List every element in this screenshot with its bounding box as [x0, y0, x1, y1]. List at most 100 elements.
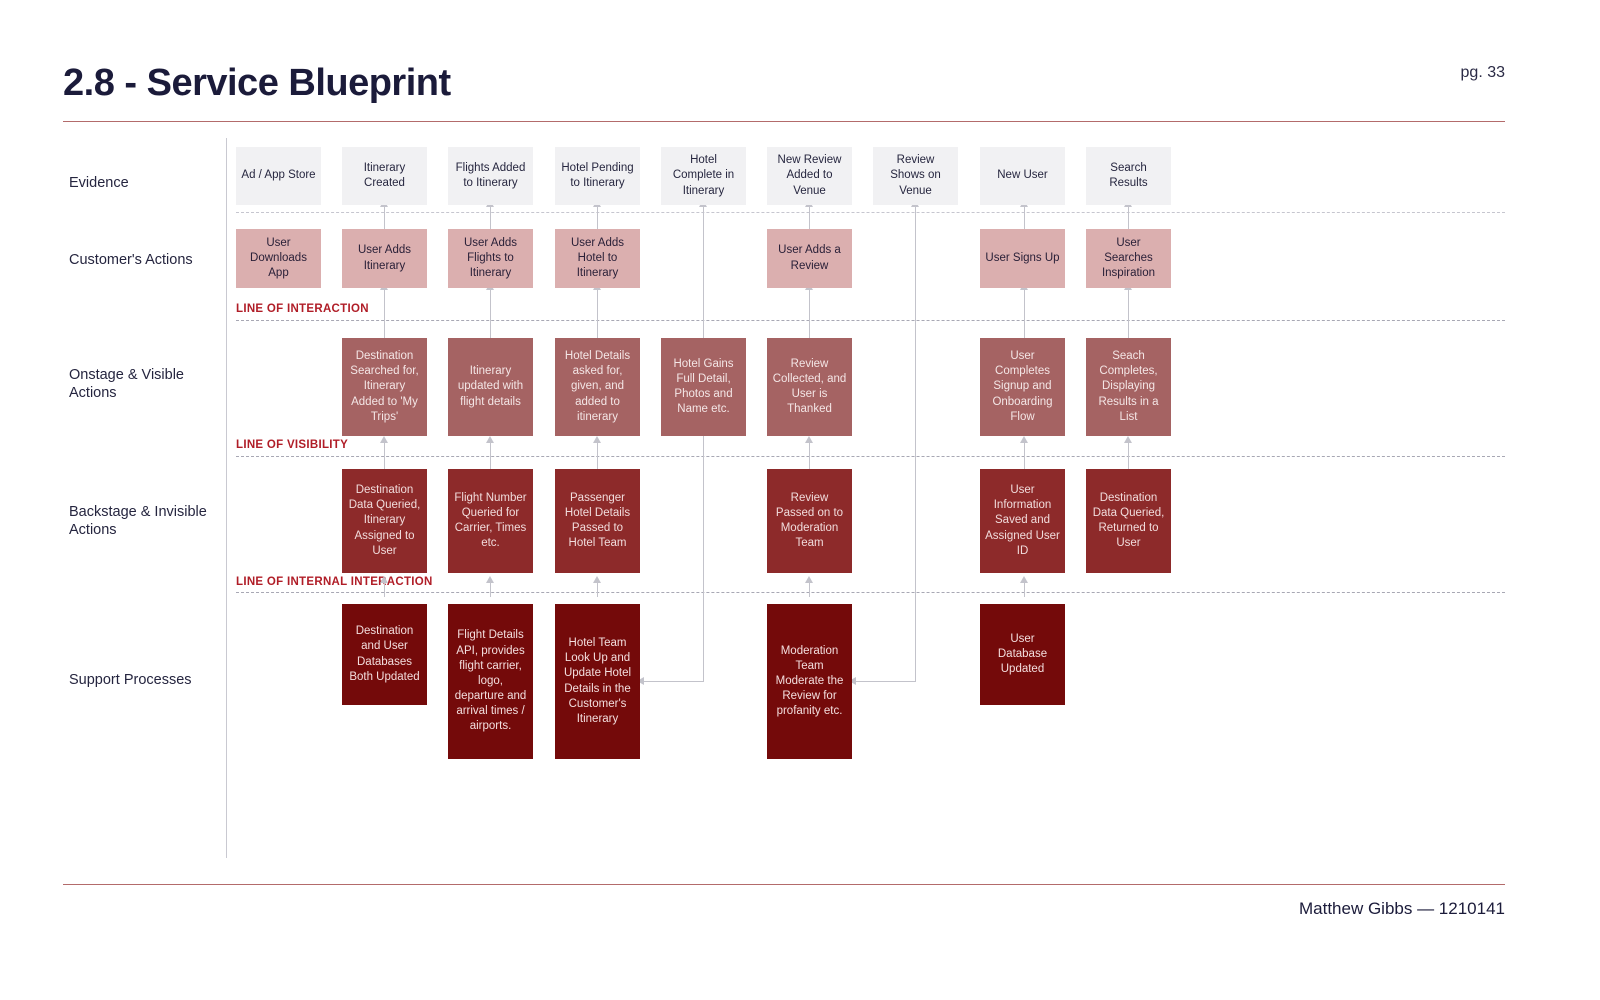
customer-action-box: User Adds Flights to Itinerary: [448, 229, 533, 288]
backstage-action-box: Passenger Hotel Details Passed to Hotel …: [555, 469, 640, 573]
customer-action-box: User Signs Up: [980, 229, 1065, 288]
arrow-col3-support-backstage: [486, 576, 494, 583]
arrow-col4-support-backstage: [593, 576, 601, 583]
evidence-box: Flights Added to Itinerary: [448, 147, 533, 205]
evidence-box: Itinerary Created: [342, 147, 427, 205]
row-label-backstage-actions: Backstage & Invisible Actions: [69, 504, 207, 539]
onstage-action-box: Hotel Gains Full Detail, Photos and Name…: [661, 338, 746, 436]
onstage-action-box: Itinerary updated with flight details: [448, 338, 533, 436]
arrow-col8-backstage-onstage: [1020, 436, 1028, 443]
line-of-visibility-label: LINE OF VISIBILITY: [236, 439, 349, 451]
connector-hotel-team-return-horizontal: [640, 681, 704, 683]
evidence-box-label: Ad / App Store: [241, 169, 316, 182]
row-label-evidence: Evidence: [69, 175, 129, 191]
customer-action-label: User Downloads App: [250, 236, 307, 280]
connector-col4-backstage-onstage: [597, 441, 599, 469]
backstage-action-label: Destination Data Queried, Returned to Us…: [1092, 491, 1165, 550]
arrow-col4-backstage-onstage: [593, 436, 601, 443]
customer-action-box: User Adds Hotel to Itinerary: [555, 229, 640, 288]
connector-col3-backstage-onstage: [490, 441, 492, 469]
footer-divider: [63, 884, 1505, 885]
arrow-col9-backstage-onstage: [1124, 436, 1132, 443]
backstage-action-label: Destination Data Queried, Itinerary Assi…: [348, 484, 421, 557]
evidence-box: New User: [980, 147, 1065, 205]
onstage-action-box: Hotel Details asked for, given, and adde…: [555, 338, 640, 436]
connector-col2-onstage-customer: [384, 288, 386, 338]
line-of-visibility: [236, 456, 1505, 457]
onstage-action-label: Hotel Gains Full Detail, Photos and Name…: [673, 357, 734, 416]
evidence-box-label: Hotel Pending to Itinerary: [561, 161, 634, 189]
support-process-label: Flight Details API, provides flight carr…: [454, 629, 527, 733]
backstage-action-box: User Information Saved and Assigned User…: [980, 469, 1065, 573]
evidence-box: Search Results: [1086, 147, 1171, 205]
arrow-col2-backstage-onstage: [380, 436, 388, 443]
connector-col2-backstage-onstage: [384, 441, 386, 469]
customer-action-label: User Signs Up: [985, 251, 1060, 264]
onstage-action-box: Seach Completes, Displaying Results in a…: [1086, 338, 1171, 436]
connector-col6-onstage-customer: [809, 288, 811, 338]
evidence-box: Review Shows on Venue: [873, 147, 958, 205]
onstage-action-label: Hotel Details asked for, given, and adde…: [564, 350, 631, 423]
line-of-internal-interaction-label: LINE OF INTERNAL INTERACTION: [236, 576, 433, 588]
evidence-box-label: Review Shows on Venue: [890, 154, 941, 197]
customer-action-box: User Downloads App: [236, 229, 321, 288]
support-process-label: User Database Updated: [997, 632, 1048, 676]
backstage-action-label: Passenger Hotel Details Passed to Hotel …: [564, 491, 631, 550]
arrow-col6-support-backstage: [805, 576, 813, 583]
connector-col3-customer-evidence: [490, 205, 492, 229]
customer-action-label: User Adds Hotel to Itinerary: [570, 236, 625, 280]
line-of-internal-interaction: [236, 592, 1505, 593]
evidence-box-label: Search Results: [1109, 161, 1148, 189]
connector-col7-long-vertical: [915, 205, 917, 682]
onstage-action-label: Seach Completes, Displaying Results in a…: [1098, 350, 1159, 423]
row-label-customer-actions: Customer's Actions: [69, 252, 193, 268]
support-process-box: Flight Details API, provides flight carr…: [448, 604, 533, 759]
arrow-col2-support-backstage: [380, 576, 388, 583]
connector-col6-backstage-onstage: [809, 441, 811, 469]
evidence-box-label: Hotel Complete in Itinerary: [672, 154, 735, 197]
evidence-box: New Review Added to Venue: [767, 147, 852, 205]
backstage-action-box: Flight Number Queried for Carrier, Times…: [448, 469, 533, 573]
evidence-box: Hotel Pending to Itinerary: [555, 147, 640, 205]
support-process-box: Destination and User Databases Both Upda…: [342, 604, 427, 705]
evidence-box: Ad / App Store: [236, 147, 321, 205]
onstage-action-label: User Completes Signup and Onboarding Flo…: [992, 350, 1053, 423]
connector-col5-long-vertical: [703, 205, 705, 682]
connector-col8-support-backstage: [1024, 583, 1026, 597]
separator-evidence-bottom: [236, 212, 1505, 213]
connector-col4-onstage-customer: [597, 288, 599, 338]
connector-col6-support-backstage: [809, 583, 811, 597]
service-blueprint-page: 2.8 - Service Blueprint pg. 33 Evidence …: [0, 0, 1600, 1000]
row-label-onstage-actions: Onstage & Visible Actions: [69, 367, 184, 402]
support-process-box: Hotel Team Look Up and Update Hotel Deta…: [555, 604, 640, 759]
diagram-axis-line: [226, 138, 227, 858]
connector-col2-support-backstage: [384, 583, 386, 597]
arrow-col6-backstage-onstage: [805, 436, 813, 443]
customer-action-box: User Adds a Review: [767, 229, 852, 288]
evidence-box-label: New User: [997, 169, 1048, 182]
onstage-action-label: Itinerary updated with flight details: [457, 365, 524, 408]
onstage-action-box: Destination Searched for, Itinerary Adde…: [342, 338, 427, 436]
connector-col9-onstage-customer: [1128, 288, 1130, 338]
arrow-col8-support-backstage: [1020, 576, 1028, 583]
evidence-box-label: Flights Added to Itinerary: [455, 161, 526, 189]
support-process-box: User Database Updated: [980, 604, 1065, 705]
backstage-action-label: Review Passed on to Moderation Team: [775, 491, 844, 550]
arrow-col3-backstage-onstage: [486, 436, 494, 443]
line-of-interaction: [236, 320, 1505, 321]
connector-col3-onstage-customer: [490, 288, 492, 338]
support-process-label: Destination and User Databases Both Upda…: [349, 625, 420, 683]
row-label-support-processes: Support Processes: [69, 672, 192, 688]
backstage-action-label: Flight Number Queried for Carrier, Times…: [454, 491, 527, 550]
backstage-action-box: Destination Data Queried, Returned to Us…: [1086, 469, 1171, 573]
customer-action-label: User Adds a Review: [778, 244, 841, 272]
customer-action-label: User Adds Itinerary: [357, 244, 412, 272]
line-of-interaction-label: LINE OF INTERACTION: [236, 303, 369, 315]
connector-col9-backstage-onstage: [1128, 441, 1130, 469]
backstage-action-label: User Information Saved and Assigned User…: [985, 484, 1060, 557]
connector-col8-onstage-customer: [1024, 288, 1026, 338]
onstage-action-label: Review Collected, and User is Thanked: [772, 357, 847, 416]
connector-col6-customer-evidence: [809, 205, 811, 229]
evidence-box: Hotel Complete in Itinerary: [661, 147, 746, 205]
connector-col4-customer-evidence: [597, 205, 599, 229]
